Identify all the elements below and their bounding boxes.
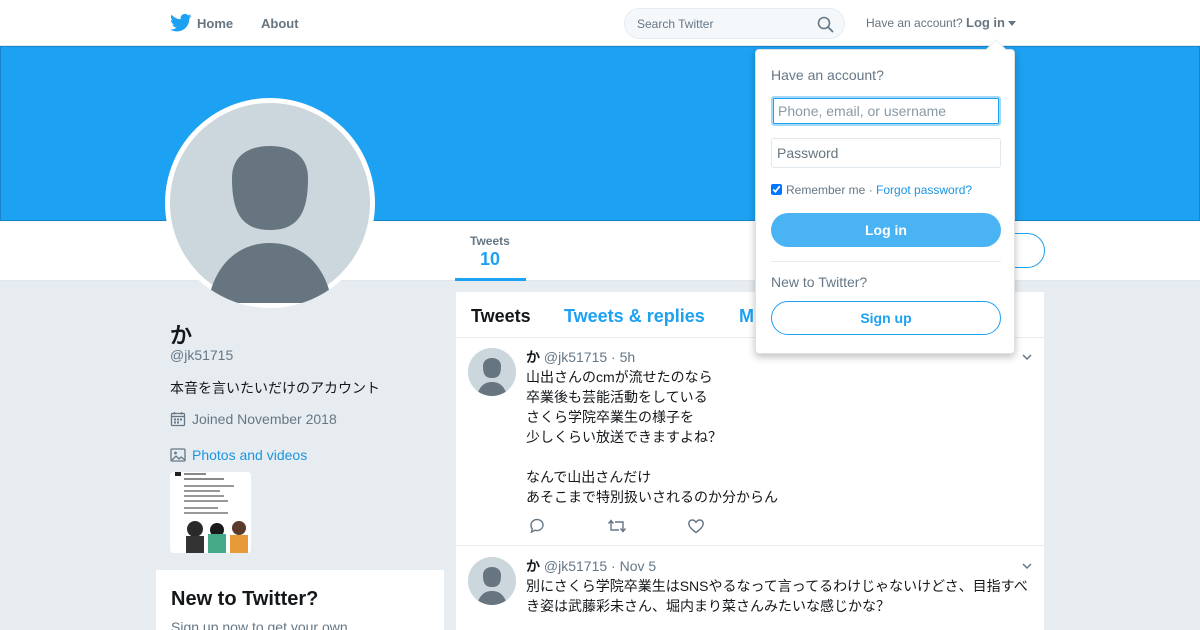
default-avatar-icon [170, 103, 370, 303]
profile-bio: 本音を言いたいだけのアカウント [170, 380, 380, 396]
nav-home-link[interactable]: Home [197, 16, 233, 31]
tab-tweets-replies[interactable]: Tweets & replies [564, 306, 705, 327]
tweet-line [526, 447, 1036, 467]
default-avatar-icon [468, 557, 516, 605]
tweet-author-handle[interactable]: @jk51715 [544, 349, 607, 365]
password-field[interactable] [771, 138, 1001, 168]
tweet-line: 別にさくら学院卒業生はSNSやるなって言ってるわけじゃないけどさ、目指すべ [526, 578, 1028, 594]
profile-handle[interactable]: @jk51715 [170, 347, 233, 363]
heart-icon[interactable] [687, 517, 705, 535]
tweet-author-handle[interactable]: @jk51715 [544, 558, 607, 574]
login-button[interactable]: Log in [771, 213, 1001, 247]
tweet-line: あそこまで特別扱いされるのか分からん [526, 489, 778, 505]
signup-button[interactable]: Sign up [771, 301, 1001, 335]
tweet-line: 少しくらい放送できますよね？ [526, 429, 722, 445]
photos-videos-label: Photos and videos [192, 447, 308, 463]
forgot-password-link[interactable]: Forgot password? [876, 183, 972, 197]
chevron-down-icon[interactable] [1022, 352, 1032, 362]
twitter-bird-icon[interactable] [170, 13, 192, 33]
new-to-twitter-text: Sign up now to get your own [171, 619, 348, 630]
profile-name[interactable]: か [170, 318, 192, 350]
retweet-icon[interactable] [607, 517, 627, 535]
tweet-avatar[interactable] [468, 348, 516, 396]
login-dropdown-title: Have an account? [771, 67, 884, 83]
remember-me-row: Remember me · Forgot password? [771, 183, 972, 197]
have-account-text: Have an account? [866, 16, 963, 30]
tab-media[interactable]: M [739, 306, 754, 327]
login-dropdown: Have an account? Remember me · Forgot pa… [755, 39, 1015, 354]
chevron-down-icon[interactable] [1008, 21, 1016, 26]
tweet-timestamp[interactable]: · 5h [611, 349, 635, 365]
tweet[interactable]: か @jk51715 · Nov 5 別にさくら学院卒業生はSNSやるなって言っ… [456, 547, 1044, 630]
search-placeholder: Search Twitter [637, 17, 714, 31]
tweet-line: 卒業後も芸能活動をしている [526, 389, 708, 405]
stat-value: 10 [480, 249, 501, 269]
tweet-avatar[interactable] [468, 557, 516, 605]
reply-icon[interactable] [528, 517, 546, 535]
search-input[interactable]: Search Twitter [624, 8, 845, 39]
tweet-line: さくら学院卒業生の様子を [526, 409, 694, 425]
tweet-actions [526, 517, 716, 535]
tweet-line: 山出さんのcmが流せたのなら [526, 369, 713, 385]
remember-me-checkbox[interactable] [771, 184, 782, 195]
login-menu-button[interactable]: Log in [966, 15, 1005, 30]
tab-tweets[interactable]: Tweets [471, 306, 531, 327]
photo-icon [170, 448, 186, 462]
new-to-twitter-title: New to Twitter? [171, 588, 319, 610]
tweet-line: なんで山出さんだけ [526, 469, 652, 485]
divider [771, 261, 1001, 262]
new-to-twitter-card: New to Twitter? Sign up now to get your … [156, 570, 444, 630]
tweet-author-name[interactable]: か [526, 558, 540, 574]
tweet-header: か @jk51715 · 5h [526, 347, 635, 367]
tweet-header: か @jk51715 · Nov 5 [526, 556, 656, 576]
tweet-author-name[interactable]: か [526, 349, 540, 365]
stat-label: Tweets [470, 234, 510, 248]
tweet-timestamp[interactable]: · Nov 5 [611, 558, 656, 574]
new-to-twitter-label: New to Twitter? [771, 274, 868, 290]
tweet[interactable]: か @jk51715 · 5h 山出さんのcmが流せたのなら 卒業後も芸能活動を… [456, 338, 1044, 546]
tweet-line: き姿は武藤彩未さん、堀内まり菜さんみたいな感じかな？ [526, 598, 890, 614]
username-field[interactable] [771, 96, 1001, 126]
media-thumbnail-image [170, 472, 251, 553]
stat-tweets[interactable]: Tweets 10 [455, 221, 526, 281]
default-avatar-icon [468, 348, 516, 396]
avatar[interactable] [165, 98, 375, 308]
joined-date: Joined November 2018 [192, 411, 337, 427]
tweet-text: 別にさくら学院卒業生はSNSやるなって言ってるわけじゃないけどさ、目指すべ き姿… [526, 576, 1036, 616]
calendar-icon [170, 412, 186, 427]
top-navigation: Home About Search Twitter Have an accoun… [0, 0, 1200, 46]
search-icon[interactable] [817, 16, 834, 33]
media-thumbnail[interactable] [170, 472, 251, 553]
remember-me-label[interactable]: Remember me [786, 183, 865, 197]
nav-about-link[interactable]: About [261, 16, 299, 31]
separator: · [865, 183, 877, 197]
chevron-down-icon[interactable] [1022, 561, 1032, 571]
tweet-text: 山出さんのcmが流せたのなら 卒業後も芸能活動をしている さくら学院卒業生の様子… [526, 367, 1036, 507]
